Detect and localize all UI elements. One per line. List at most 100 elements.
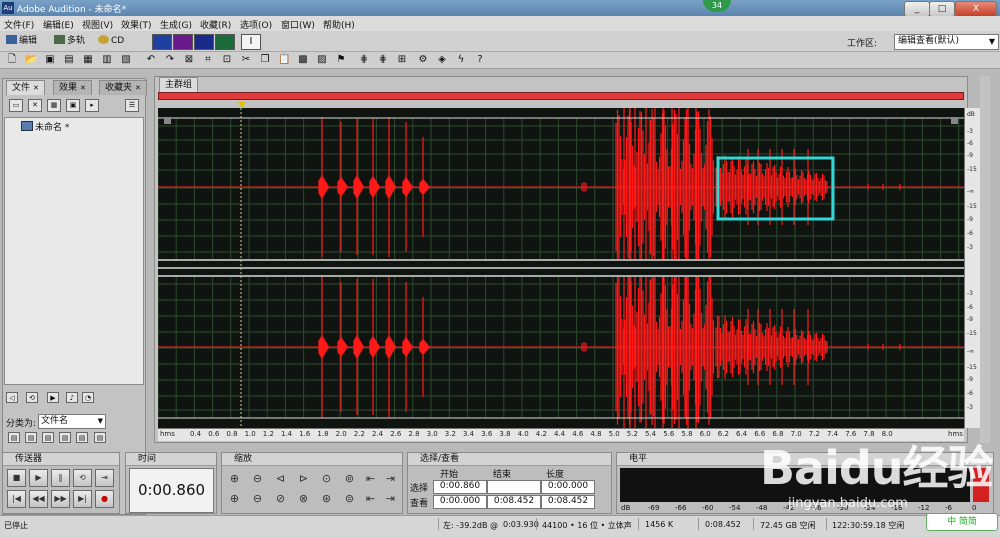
go-start-button[interactable]: |◀: [7, 490, 26, 508]
open-icon[interactable]: ▭: [9, 99, 23, 112]
play-icon[interactable]: ▶: [47, 392, 59, 403]
go-end-button[interactable]: ▶|: [73, 490, 92, 508]
zoom-in-left-icon[interactable]: ⇤: [362, 471, 379, 486]
selection-start-field[interactable]: 0:00.860: [433, 480, 487, 494]
import-icon[interactable]: ▦: [82, 54, 94, 66]
fade-out-handle[interactable]: [951, 117, 958, 124]
zoom-in-icon[interactable]: ⊕: [226, 471, 243, 486]
zoom-left-icon[interactable]: ⊲: [272, 471, 289, 486]
phase-mode-button[interactable]: [215, 34, 235, 50]
close-file-icon[interactable]: ✕: [28, 99, 42, 112]
stop-button[interactable]: ■: [7, 469, 26, 487]
filter-icon[interactable]: ▤: [76, 432, 88, 443]
record-button[interactable]: ●: [95, 490, 114, 508]
zoom-track-icon[interactable]: ⊜: [341, 491, 358, 506]
tab-files[interactable]: 文件 ✕: [6, 80, 45, 95]
redo-icon[interactable]: ↷: [164, 54, 176, 66]
undo-icon[interactable]: ↶: [145, 54, 157, 66]
menu-generate[interactable]: 生成(G): [160, 18, 192, 31]
snap-ruler-icon[interactable]: ⋕: [377, 54, 389, 66]
fade-in-handle[interactable]: [164, 117, 171, 124]
options-icon[interactable]: ☰: [125, 99, 139, 112]
text-cursor-icon[interactable]: I: [241, 34, 261, 50]
tab-main-group[interactable]: 主群组: [159, 77, 199, 92]
tab-effects[interactable]: 效果 ✕: [53, 80, 92, 95]
zoom-in-vertical-icon[interactable]: ⊕: [226, 491, 243, 506]
close-icon[interactable]: ✕: [80, 84, 86, 92]
zoom-out-right-icon[interactable]: ⇥: [382, 491, 399, 506]
filter-icon[interactable]: ▤: [42, 432, 54, 443]
waveform-display[interactable]: [158, 108, 964, 428]
menu-window[interactable]: 窗口(W): [281, 18, 315, 31]
snap-icon[interactable]: ⋕: [358, 54, 370, 66]
tab-favorites[interactable]: 收藏夹 ✕: [99, 80, 147, 95]
autoplay-icon[interactable]: ◔: [82, 392, 94, 403]
help-icon[interactable]: ?: [474, 54, 486, 66]
snap-grid-icon[interactable]: ⊞: [396, 54, 408, 66]
cd-view-button[interactable]: CD: [98, 34, 124, 49]
selection-end-field[interactable]: [487, 480, 541, 494]
view-end-field[interactable]: 0:08.452: [487, 495, 541, 509]
open-folder-icon[interactable]: 📂: [25, 54, 37, 66]
play-file-icon[interactable]: ▸: [85, 99, 99, 112]
filter-icon[interactable]: ▤: [59, 432, 71, 443]
crop-icon[interactable]: ⊡: [221, 54, 233, 66]
filter-icon[interactable]: ▤: [94, 432, 106, 443]
spectral-icon[interactable]: ◈: [436, 54, 448, 66]
menu-file[interactable]: 文件(F): [4, 18, 34, 31]
edit-file-icon[interactable]: ▣: [66, 99, 80, 112]
pan-mode-button[interactable]: [194, 34, 214, 50]
mix-paste-icon[interactable]: ▩: [297, 54, 309, 66]
sort-select[interactable]: 文件名 ▼: [38, 414, 106, 429]
repeat-icon[interactable]: ⊠: [183, 54, 195, 66]
export-icon[interactable]: ▧: [120, 54, 132, 66]
zoom-out-left-icon[interactable]: ⇤: [362, 491, 379, 506]
edit-view-button[interactable]: 编辑: [6, 34, 37, 49]
minimize-button[interactable]: _: [904, 1, 930, 17]
loop-icon[interactable]: ⟲: [26, 392, 38, 403]
marker-icon[interactable]: ⚑: [335, 54, 347, 66]
selection-length-field[interactable]: 0:00.000: [541, 480, 595, 494]
waveform-mode-button[interactable]: [152, 34, 172, 50]
paste-new-icon[interactable]: ▨: [316, 54, 328, 66]
vertical-scrollbar[interactable]: [980, 76, 990, 443]
paste-icon[interactable]: 📋: [278, 54, 290, 66]
spectral-mode-button[interactable]: [173, 34, 193, 50]
volume-icon[interactable]: ♪: [66, 392, 78, 403]
close-file-icon[interactable]: ▥: [101, 54, 113, 66]
zoom-in-right-icon[interactable]: ⇥: [382, 471, 399, 486]
list-item[interactable]: 未命名 *: [21, 120, 69, 133]
menu-view[interactable]: 视图(V): [82, 18, 113, 31]
view-start-field[interactable]: 0:00.000: [433, 495, 487, 509]
overview-bar[interactable]: [158, 92, 964, 100]
multitrack-view-button[interactable]: 多轨: [54, 34, 85, 49]
loop-button[interactable]: ⟲: [73, 469, 92, 487]
copy-icon[interactable]: ❐: [259, 54, 271, 66]
new-file-icon[interactable]: 🗋: [6, 54, 18, 66]
save-icon[interactable]: ▣: [44, 54, 56, 66]
pause-button[interactable]: ‖: [51, 469, 70, 487]
lightning-icon[interactable]: ϟ: [455, 54, 467, 66]
menu-edit[interactable]: 编辑(E): [43, 18, 74, 31]
settings-icon[interactable]: ⚙: [417, 54, 429, 66]
workspace-select[interactable]: 编辑查看(默认) ▼: [894, 34, 999, 50]
rewind-button[interactable]: ◀◀: [29, 490, 48, 508]
zoom-full-vertical-icon[interactable]: ⊘: [272, 491, 289, 506]
zoom-fit-icon[interactable]: ⊗: [295, 491, 312, 506]
speaker-icon[interactable]: ◁: [6, 392, 18, 403]
close-icon[interactable]: ✕: [33, 84, 39, 92]
fast-forward-button[interactable]: ▶▶: [51, 490, 70, 508]
zoom-selection-icon[interactable]: ⊚: [341, 471, 358, 486]
filter-icon[interactable]: ▤: [25, 432, 37, 443]
menu-favorites[interactable]: 收藏(R): [200, 18, 231, 31]
trim-icon[interactable]: ⌗: [202, 54, 214, 66]
close-button[interactable]: X: [955, 1, 997, 17]
menu-effects[interactable]: 效果(T): [121, 18, 152, 31]
insert-icon[interactable]: ▦: [47, 99, 61, 112]
cut-icon[interactable]: ✂: [240, 54, 252, 66]
menu-help[interactable]: 帮助(H): [323, 18, 355, 31]
view-length-field[interactable]: 0:08.452: [541, 495, 595, 509]
zoom-right-icon[interactable]: ⊳: [295, 471, 312, 486]
filter-icon[interactable]: ▤: [8, 432, 20, 443]
play-to-end-button[interactable]: ⇥: [95, 469, 114, 487]
